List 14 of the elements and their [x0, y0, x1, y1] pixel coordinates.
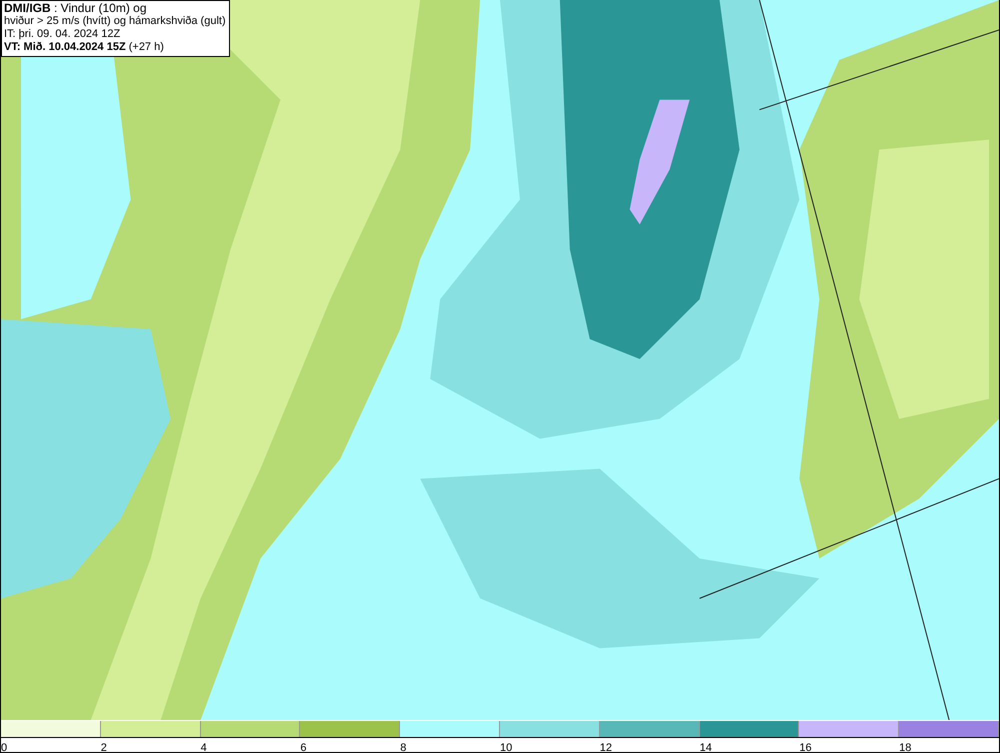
- info-text: hviður > 25 m/s (hvítt) og hámarkshviða (gult): [4, 15, 226, 28]
- legend-label: 14: [700, 742, 712, 753]
- legend-label: 16: [799, 742, 812, 753]
- info-text: VT: Mið. 10.04.2024 15Z (+27 h): [4, 41, 165, 54]
- legend-label: 18: [899, 742, 912, 753]
- info-text: DMI/IGB : Vindur (10m) og: [4, 2, 148, 15]
- legend-label: 6: [300, 742, 307, 753]
- legend-label: 8: [400, 742, 406, 753]
- legend-label: 12: [600, 742, 612, 753]
- legend-label: 4: [200, 742, 207, 753]
- legend-label: 2: [100, 742, 107, 753]
- info-text: IT: þri. 09. 04. 2024 12Z: [4, 28, 122, 41]
- legend-label: 0: [1, 742, 8, 753]
- legend-label: 10: [500, 742, 512, 753]
